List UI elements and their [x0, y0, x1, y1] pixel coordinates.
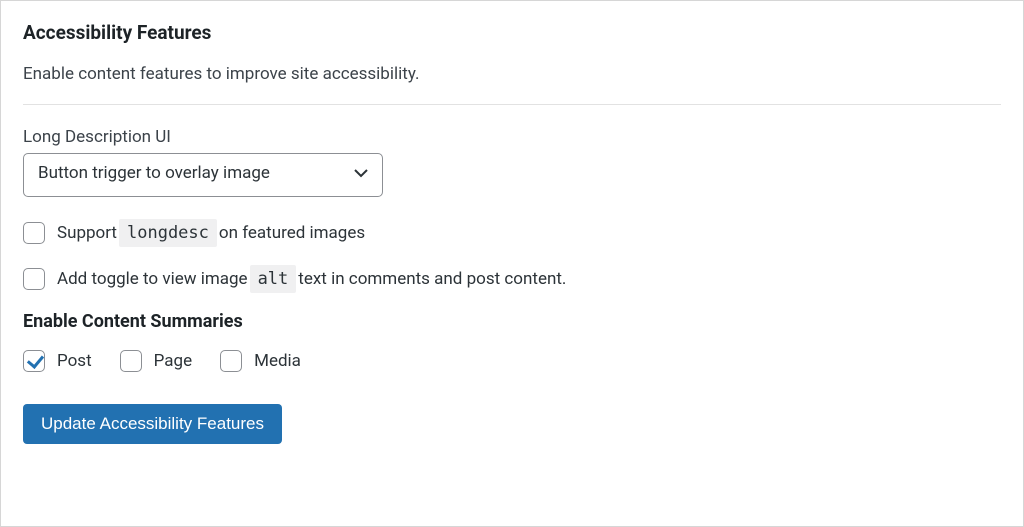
accessibility-panel: Accessibility Features Enable content fe…	[0, 0, 1024, 527]
code-fragment: longdesc	[119, 219, 217, 247]
text-fragment: on featured images	[219, 222, 365, 244]
summary-page-checkbox[interactable]	[120, 350, 142, 372]
content-summaries-group: Post Page Media	[23, 350, 1001, 376]
content-summaries-heading: Enable Content Summaries	[23, 311, 1001, 332]
summary-item-media: Media	[220, 350, 301, 372]
alt-toggle-checkbox[interactable]	[23, 268, 45, 290]
divider	[23, 104, 1001, 105]
summary-media-checkbox[interactable]	[220, 350, 242, 372]
longdesc-ui-label: Long Description UI	[23, 127, 1001, 147]
alt-toggle-row: Add toggle to view image alt text in com…	[23, 265, 1001, 293]
summary-item-post: Post	[23, 350, 92, 372]
update-accessibility-button[interactable]: Update Accessibility Features	[23, 404, 282, 444]
longdesc-featured-row: Support longdesc on featured images	[23, 219, 1001, 247]
text-fragment: text in comments and post content.	[298, 268, 566, 290]
text-fragment: Add toggle to view image	[57, 268, 248, 290]
panel-title: Accessibility Features	[23, 21, 1001, 44]
longdesc-ui-select-wrapper: Button trigger to overlay image	[23, 153, 383, 197]
panel-description: Enable content features to improve site …	[23, 64, 1001, 84]
text-fragment: Support	[57, 222, 117, 244]
longdesc-ui-select[interactable]: Button trigger to overlay image	[23, 153, 383, 197]
longdesc-featured-checkbox[interactable]	[23, 222, 45, 244]
summary-media-label: Media	[254, 350, 301, 372]
longdesc-featured-label: Support longdesc on featured images	[57, 219, 365, 247]
alt-toggle-label: Add toggle to view image alt text in com…	[57, 265, 566, 293]
summary-item-page: Page	[120, 350, 192, 372]
summary-page-label: Page	[154, 350, 192, 372]
code-fragment: alt	[250, 265, 297, 293]
summary-post-checkbox[interactable]	[23, 350, 45, 372]
summary-post-label: Post	[57, 350, 92, 372]
